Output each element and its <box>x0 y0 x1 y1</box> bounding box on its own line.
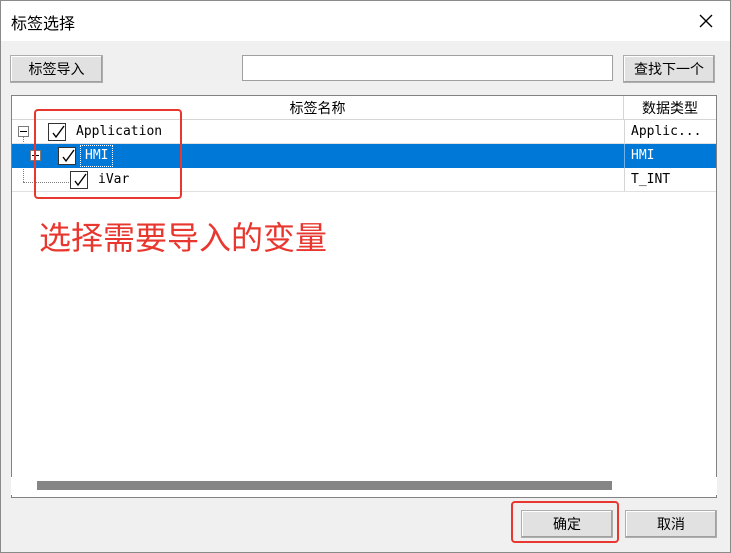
tag-name: iVar <box>98 172 130 187</box>
row-checkbox[interactable] <box>58 147 76 165</box>
table-row[interactable]: Application Applic... <box>12 120 716 144</box>
table-row[interactable]: iVar T_INT <box>12 168 716 192</box>
ok-button[interactable]: 确定 <box>521 510 613 538</box>
title-bar: 标签选择 <box>1 1 730 41</box>
check-icon <box>62 149 75 163</box>
collapse-icon[interactable] <box>30 150 41 161</box>
scrollbar-thumb[interactable] <box>37 481 612 490</box>
tag-type: HMI <box>624 144 716 168</box>
tag-select-dialog: 标签选择 标签导入 查找下一个 标签名称 数据类型 Application Ap… <box>0 0 731 553</box>
close-button[interactable] <box>694 9 718 33</box>
tag-name: Application <box>76 124 163 139</box>
tag-type: Applic... <box>624 120 716 144</box>
column-header-data-type[interactable]: 数据类型 <box>624 96 716 120</box>
column-header-tag-name[interactable]: 标签名称 <box>12 96 624 120</box>
close-icon <box>699 14 713 28</box>
row-checkbox[interactable] <box>48 123 66 141</box>
collapse-icon[interactable] <box>18 126 29 137</box>
table-row[interactable]: HMI HMI <box>12 144 716 168</box>
window-title: 标签选择 <box>11 14 76 33</box>
row-divider <box>12 191 716 192</box>
cancel-button[interactable]: 取消 <box>625 510 717 538</box>
annotation-text: 选择需要导入的变量 <box>39 219 328 257</box>
tag-name: HMI <box>80 145 114 167</box>
tag-type: T_INT <box>624 168 716 192</box>
check-icon <box>74 173 87 187</box>
search-input[interactable] <box>242 55 613 81</box>
check-icon <box>52 125 65 139</box>
tag-tree-table[interactable]: 标签名称 数据类型 Application Applic... HMI HMI … <box>11 95 717 498</box>
find-next-button[interactable]: 查找下一个 <box>623 55 715 83</box>
tag-import-button[interactable]: 标签导入 <box>10 55 103 83</box>
row-checkbox[interactable] <box>70 171 88 189</box>
